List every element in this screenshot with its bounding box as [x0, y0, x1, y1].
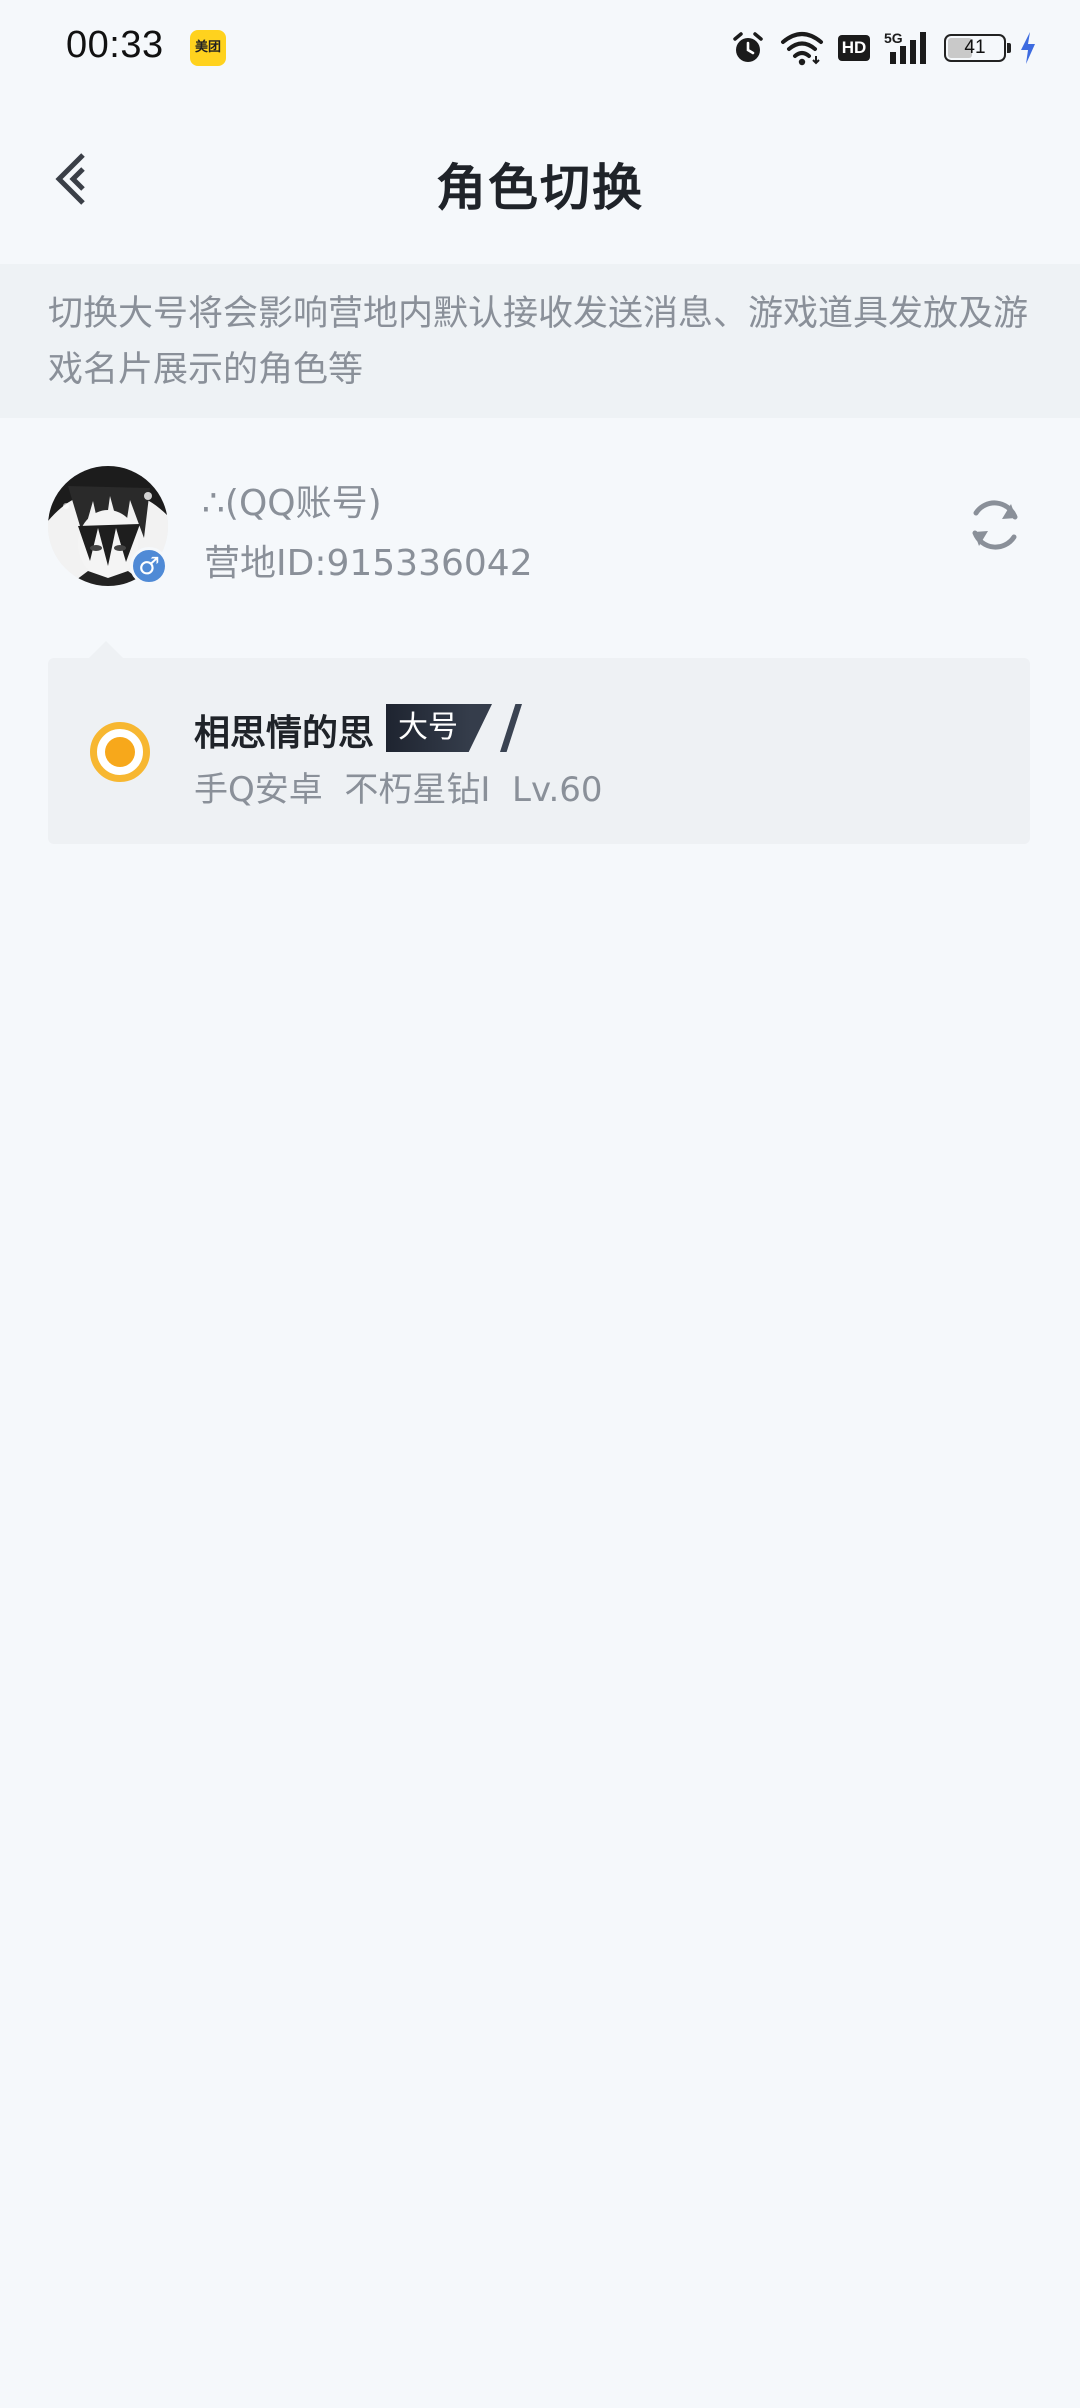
nav-bar: 角色切换: [0, 96, 1080, 264]
main-account-tag: 大号: [386, 704, 492, 752]
battery-icon: 41: [944, 34, 1011, 62]
charging-bolt-icon: [1020, 31, 1036, 65]
wifi-icon: [780, 30, 824, 66]
signal-5g-icon: 5G: [884, 30, 930, 66]
battery-cap: [1007, 43, 1011, 53]
notice-banner: 切换大号将会影响营地内默认接收发送消息、游戏道具发放及游戏名片展示的角色等: [0, 264, 1080, 418]
account-name: ∴(QQ账号): [202, 483, 382, 524]
alarm-icon: [730, 30, 766, 66]
role-item[interactable]: 相思情的思 大号 手Q安卓 不朽星钻I Lv.60: [48, 658, 1030, 844]
network-type-label: 5G: [884, 30, 903, 46]
status-time: 00:33: [66, 24, 164, 66]
battery-percent: 41: [964, 37, 986, 58]
tag-stripe-decoration: [500, 704, 522, 752]
status-icons: HD 5G 41: [730, 26, 1036, 70]
role-radio-selected[interactable]: [90, 722, 150, 782]
radio-dot: [105, 737, 135, 767]
account-row: ♂ ∴(QQ账号) 营地ID:915336042: [0, 418, 1080, 618]
hd-icon: HD: [838, 35, 870, 61]
status-bar: 00:33 美团 HD 5G 41: [0, 0, 1080, 96]
gender-male-icon: ♂: [130, 547, 168, 585]
refresh-button[interactable]: [960, 492, 1030, 562]
camp-id: 营地ID:915336042: [204, 543, 533, 584]
role-info: 手Q安卓 不朽星钻I Lv.60: [194, 770, 603, 810]
page-title: 角色切换: [436, 159, 644, 217]
role-name: 相思情的思: [194, 713, 375, 754]
meituan-app-icon: 美团: [190, 30, 226, 66]
refresh-icon: [963, 493, 1027, 561]
